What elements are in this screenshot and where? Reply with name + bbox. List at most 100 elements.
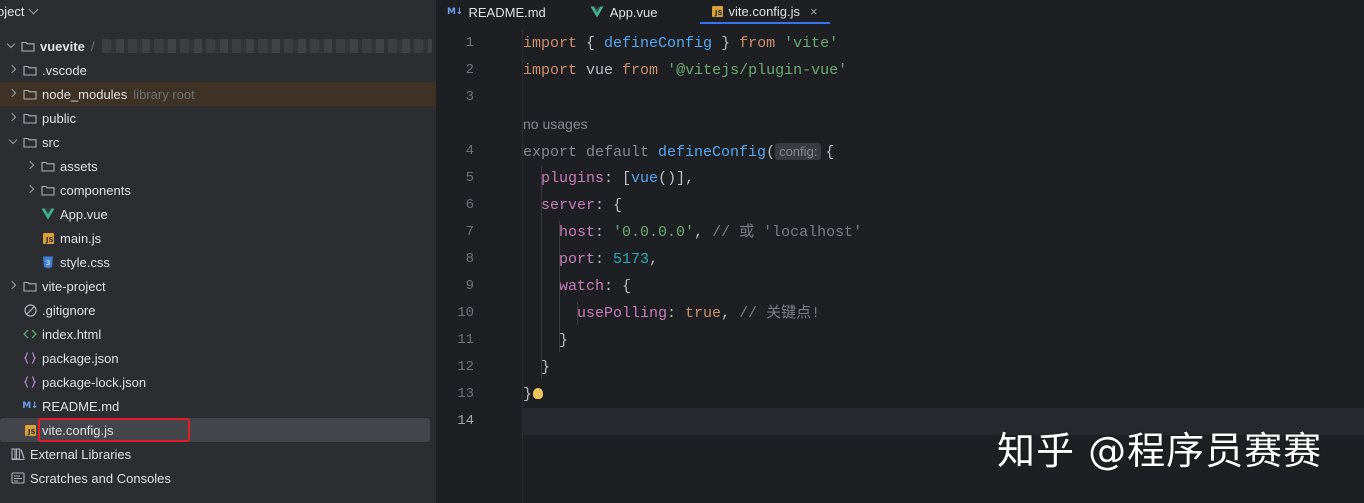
folder-icon xyxy=(22,110,38,126)
tree-item-label: README.md xyxy=(42,398,120,414)
tree-item-components[interactable]: components xyxy=(0,178,436,202)
code-line[interactable]: } xyxy=(523,327,1364,354)
code-token: , xyxy=(694,224,713,241)
code-token: { xyxy=(825,144,835,161)
folder-icon xyxy=(40,182,56,198)
panel-title[interactable]: oject xyxy=(0,4,24,19)
code-line[interactable]: } xyxy=(523,381,1364,408)
code-token: vue xyxy=(577,62,623,79)
tree-item-label: Scratches and Consoles xyxy=(30,470,171,486)
code-line[interactable]: import vue from '@vitejs/plugin-vue' xyxy=(523,57,1364,84)
indent-guide xyxy=(559,221,560,352)
tree-item-scratches-and-consoles[interactable]: Scratches and Consoles xyxy=(0,466,436,490)
project-panel-header[interactable]: oject xyxy=(0,0,436,22)
chevron-right-icon[interactable] xyxy=(6,278,22,294)
line-number: 12 xyxy=(457,359,474,375)
code-token: ( xyxy=(766,144,776,161)
libraries-icon xyxy=(10,446,26,462)
js-file-icon: JS xyxy=(711,5,723,17)
chevron-right-icon[interactable] xyxy=(6,86,22,102)
code-line[interactable]: export default defineConfig(config:{ xyxy=(523,138,1364,165)
js-file-icon: JS xyxy=(40,230,56,246)
chevron-right-icon[interactable] xyxy=(24,158,40,174)
tree-item-package-lock-json[interactable]: package-lock.json xyxy=(0,370,436,394)
tree-item-label: components xyxy=(60,182,131,198)
code-line[interactable]: host: '0.0.0.0', // 或 'localhost' xyxy=(523,219,1364,246)
project-panel: oject vuevite / .vscode node_modules library… xyxy=(0,0,437,503)
tree-item-src[interactable]: src xyxy=(0,130,436,154)
json-file-icon xyxy=(22,374,38,390)
code-line[interactable] xyxy=(523,84,1364,111)
tree-item-label: vuevite xyxy=(40,38,85,54)
tab-label: vite.config.js xyxy=(728,3,801,19)
line-number: 5 xyxy=(465,170,474,186)
tree-item-label: main.js xyxy=(60,230,102,246)
gitignore-icon xyxy=(22,302,38,318)
markdown-file-icon: M↓ xyxy=(22,401,38,411)
code-line[interactable]: plugins: [vue()], xyxy=(523,165,1364,192)
code-token: defineConfig xyxy=(658,144,767,161)
chevron-right-icon[interactable] xyxy=(24,182,40,198)
tree-item-app-vue[interactable]: App.vue xyxy=(0,202,436,226)
usage-hint[interactable]: no usages xyxy=(523,116,588,132)
tree-item-label: .vscode xyxy=(42,62,87,78)
chevron-down-icon[interactable] xyxy=(6,134,22,150)
code-line[interactable]: import { defineConfig } from 'vite' xyxy=(523,30,1364,57)
chevron-down-icon[interactable] xyxy=(29,4,39,14)
indent-guide xyxy=(577,302,578,325)
code-token: } xyxy=(523,386,533,403)
chevron-right-icon[interactable] xyxy=(6,110,22,126)
code-token: , xyxy=(721,305,740,322)
folder-icon xyxy=(22,278,38,294)
tree-item-index-html[interactable]: index.html xyxy=(0,322,436,346)
code-token: host xyxy=(559,224,596,241)
watermark: 知乎 @程序员赛赛 xyxy=(997,429,1323,473)
tree-item-gitignore[interactable]: .gitignore xyxy=(0,298,436,322)
tree-item-vite-project[interactable]: vite-project xyxy=(0,274,436,298)
tree-item-vscode[interactable]: .vscode xyxy=(0,58,436,82)
tree-item-main-js[interactable]: JS main.js xyxy=(0,226,436,250)
tab-label: App.vue xyxy=(609,4,658,20)
tree-item-assets[interactable]: assets xyxy=(0,154,436,178)
highlight-box xyxy=(38,418,190,442)
line-number: 13 xyxy=(457,386,474,402)
folder-icon xyxy=(22,62,38,78)
tab-app-vue[interactable]: App.vue xyxy=(578,0,670,24)
tree-item-label: package.json xyxy=(42,350,119,366)
tab-vite-config-js[interactable]: JS vite.config.js × xyxy=(699,0,830,24)
tree-item-vuevite[interactable]: vuevite / xyxy=(0,34,436,58)
tree-item-package-json[interactable]: package.json xyxy=(0,346,436,370)
code-line[interactable]: watch: { xyxy=(523,273,1364,300)
svg-text:3: 3 xyxy=(46,259,50,267)
tree-item-label: public xyxy=(42,110,76,126)
code-token: '@vitejs/plugin-vue' xyxy=(667,62,848,79)
tree-item-node-modules[interactable]: node_modules library root xyxy=(0,82,436,106)
code-line[interactable]: server: { xyxy=(523,192,1364,219)
code-token: } xyxy=(712,35,740,52)
code-token: : xyxy=(595,251,614,268)
code-token: watch xyxy=(559,278,605,295)
tree-item-readme-md[interactable]: M↓ README.md xyxy=(0,394,436,418)
code-line[interactable]: usePolling: true, // 关键点! xyxy=(523,300,1364,327)
line-number-gutter: 1 2 3 4 5 6 7 8 9 10 11 12 13 14 xyxy=(437,30,523,503)
chevron-right-icon[interactable] xyxy=(6,62,22,78)
code-token: , xyxy=(649,251,659,268)
tree-item-public[interactable]: public xyxy=(0,106,436,130)
code-line[interactable]: port: 5173, xyxy=(523,246,1364,273)
chevron-down-icon[interactable] xyxy=(4,38,20,54)
json-file-icon xyxy=(22,350,38,366)
code-line[interactable]: no usages xyxy=(523,111,1364,138)
markdown-file-icon: M↓ xyxy=(447,7,463,17)
js-file-icon: JS xyxy=(22,422,38,438)
lightbulb-icon[interactable] xyxy=(533,387,544,399)
close-icon[interactable]: × xyxy=(810,4,818,19)
code-line[interactable]: } xyxy=(523,354,1364,381)
tree-item-label: src xyxy=(42,134,60,150)
code-token: : { xyxy=(595,197,623,214)
tree-item-style-css[interactable]: 3 style.css xyxy=(0,250,436,274)
tree-item-external-libraries[interactable]: External Libraries xyxy=(0,442,436,466)
tab-readme-md[interactable]: M↓ README.md xyxy=(437,0,558,24)
